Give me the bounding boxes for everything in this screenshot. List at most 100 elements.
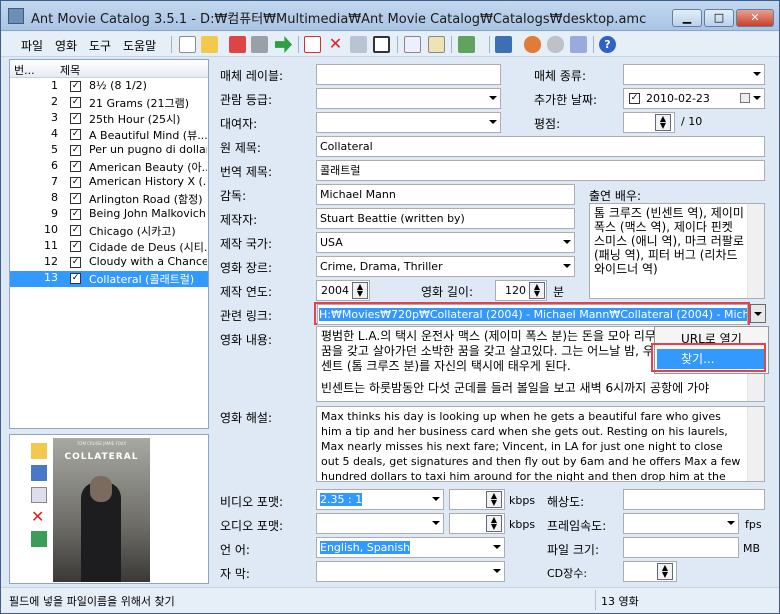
original-title-field[interactable]: Collateral bbox=[316, 136, 765, 157]
column-title[interactable]: 제목 bbox=[60, 62, 80, 78]
actors-scrollbar[interactable] bbox=[747, 204, 764, 298]
url-field[interactable]: H:₩Movies₩720p₩Collateral (2004) - Micha… bbox=[317, 304, 748, 325]
audio-bitrate-spinner[interactable]: ▲ ▼ bbox=[486, 515, 502, 532]
actors-textarea[interactable]: 톰 크루즈 (빈센트 역), 제이미 폭스 (맥스 역), 제이다 핀켓 스미스… bbox=[589, 203, 765, 299]
picture-link-icon[interactable] bbox=[31, 531, 47, 547]
media-label-field[interactable] bbox=[316, 64, 501, 85]
country-select[interactable]: USA bbox=[316, 232, 575, 253]
list-item-checkbox[interactable]: ✓ bbox=[70, 129, 81, 140]
list-item[interactable]: 11 ✓ Cidade de Deus (시티... bbox=[10, 239, 208, 255]
menu-file[interactable]: 파일 bbox=[21, 37, 43, 54]
list-item-checkbox[interactable]: ✓ bbox=[70, 113, 81, 124]
list-item[interactable]: 4 ✓ A Beautiful Mind (뷰... bbox=[10, 127, 208, 143]
list-item[interactable]: 1 ✓ 8½ (8 1/2) bbox=[10, 79, 208, 95]
save-picture-icon[interactable] bbox=[31, 465, 47, 481]
list-item[interactable]: 9 ✓ Being John Malkovich ... bbox=[10, 207, 208, 223]
calendar-icon[interactable] bbox=[740, 93, 750, 103]
delete-icon[interactable]: ✕ bbox=[327, 36, 344, 53]
list-item-checkbox[interactable]: ✓ bbox=[70, 177, 81, 188]
menu-movie[interactable]: 영화 bbox=[55, 37, 77, 54]
list-item[interactable]: 2 ✓ 21 Grams (21그램) bbox=[10, 95, 208, 111]
url-label: 관련 링크: bbox=[220, 309, 273, 323]
url-dropdown-button[interactable] bbox=[750, 304, 766, 323]
script-icon[interactable] bbox=[570, 36, 587, 53]
director-field[interactable]: Michael Mann bbox=[316, 184, 575, 205]
list-item-checkbox[interactable]: ✓ bbox=[70, 161, 81, 172]
open-folder-icon[interactable] bbox=[201, 36, 218, 53]
people-icon[interactable] bbox=[524, 36, 541, 53]
list-item-checkbox[interactable]: ✓ bbox=[70, 145, 81, 156]
chevron-down-icon bbox=[753, 72, 761, 76]
export-arrow-icon[interactable] bbox=[275, 36, 292, 53]
comments-textarea[interactable]: Max thinks his day is looking up when he… bbox=[316, 406, 765, 482]
borrower-select[interactable] bbox=[316, 112, 501, 133]
subtitles-select[interactable] bbox=[316, 561, 505, 582]
maximize-button[interactable]: □ bbox=[704, 9, 734, 27]
list-item[interactable]: 10 ✓ Chicago (시카고) bbox=[10, 223, 208, 239]
discs-spinner[interactable]: ▲ ▼ bbox=[657, 563, 673, 580]
menu-help[interactable]: 도움말 bbox=[123, 37, 156, 54]
list-item-number: 5 bbox=[51, 143, 58, 156]
date-checkbox[interactable]: ✓ bbox=[629, 93, 640, 104]
rating-spinner[interactable]: ▲ ▼ bbox=[655, 114, 671, 131]
list-item-checkbox[interactable]: ✓ bbox=[70, 273, 81, 284]
video-format-label: 비디오 포맷: bbox=[220, 495, 284, 509]
toolbar-separator bbox=[451, 36, 452, 53]
list-item-checkbox[interactable]: ✓ bbox=[70, 209, 81, 220]
list-item-checkbox[interactable]: ✓ bbox=[70, 257, 81, 268]
disc-icon[interactable] bbox=[547, 36, 564, 53]
video-format-select[interactable]: 2.35 : 1 bbox=[316, 489, 444, 510]
list-view-icon[interactable] bbox=[495, 36, 512, 53]
minimize-button[interactable]: ▁ bbox=[672, 9, 702, 27]
list-item-checkbox[interactable]: ✓ bbox=[70, 81, 81, 92]
genre-select[interactable]: Crime, Drama, Thriller bbox=[316, 256, 575, 277]
producer-field[interactable]: Stuart Beattie (written by) bbox=[316, 208, 575, 229]
print-icon[interactable] bbox=[251, 36, 268, 53]
list-item-checkbox[interactable]: ✓ bbox=[70, 241, 81, 252]
rating-grade-select[interactable] bbox=[316, 88, 501, 109]
new-file-icon[interactable] bbox=[179, 36, 196, 53]
list-item[interactable]: 7 ✓ American History X (... bbox=[10, 175, 208, 191]
list-item-checkbox[interactable]: ✓ bbox=[70, 193, 81, 204]
list-item[interactable]: 12 ✓ Cloudy with a Chance ... bbox=[10, 255, 208, 271]
list-item-checkbox[interactable]: ✓ bbox=[70, 225, 81, 236]
picture-icon[interactable] bbox=[373, 36, 390, 53]
list-item[interactable]: 3 ✓ 25th Hour (25시) bbox=[10, 111, 208, 127]
resolution-field[interactable] bbox=[623, 489, 765, 510]
list-item[interactable]: 8 ✓ Arlington Road (함정) bbox=[10, 191, 208, 207]
length-spinner[interactable]: ▲ ▼ bbox=[529, 282, 545, 299]
delete-picture-icon[interactable]: ✕ bbox=[31, 509, 47, 525]
paste-icon[interactable] bbox=[428, 36, 445, 53]
list-item-checkbox[interactable]: ✓ bbox=[70, 97, 81, 108]
list-item-number: 8 bbox=[51, 191, 58, 204]
audio-format-select[interactable] bbox=[316, 513, 444, 534]
media-type-select[interactable] bbox=[623, 64, 765, 85]
list-item[interactable]: 13 ✓ Collateral (콜래트럴) bbox=[10, 271, 208, 287]
menu-tools[interactable]: 도구 bbox=[89, 37, 111, 54]
add-movie-icon[interactable] bbox=[304, 36, 321, 53]
tools-icon[interactable] bbox=[350, 36, 367, 53]
media-type-label: 매체 종류: bbox=[534, 69, 587, 83]
save-icon[interactable] bbox=[229, 36, 246, 53]
language-select[interactable]: English, Spanish bbox=[316, 537, 505, 558]
help-icon[interactable]: ? bbox=[599, 36, 616, 53]
comments-scrollbar[interactable] bbox=[747, 407, 764, 481]
import-icon[interactable] bbox=[458, 36, 475, 53]
framerate-select[interactable] bbox=[623, 513, 739, 534]
copy-picture-icon[interactable] bbox=[31, 487, 47, 503]
list-item[interactable]: 6 ✓ American Beauty (아... bbox=[10, 159, 208, 175]
list-item[interactable]: 5 ✓ Per un pugno di dollari... bbox=[10, 143, 208, 159]
load-picture-icon[interactable] bbox=[31, 443, 47, 459]
column-number[interactable]: 번... bbox=[14, 62, 35, 78]
poster-title: COLLATERAL bbox=[64, 452, 139, 462]
video-bitrate-spinner[interactable]: ▲ ▼ bbox=[486, 491, 502, 508]
toolbar-separator bbox=[171, 36, 172, 53]
year-spinner[interactable]: ▲ ▼ bbox=[352, 282, 368, 299]
filesize-field[interactable] bbox=[623, 537, 739, 558]
year-label: 제작 연도: bbox=[220, 285, 273, 299]
close-button[interactable]: ✕ bbox=[736, 9, 774, 27]
chevron-down-icon bbox=[727, 521, 735, 525]
copy-icon[interactable] bbox=[404, 36, 421, 53]
translated-title-field[interactable]: 콜래트럴 bbox=[316, 160, 765, 181]
date-added-field[interactable]: ✓ 2010-02-23 bbox=[623, 88, 765, 109]
